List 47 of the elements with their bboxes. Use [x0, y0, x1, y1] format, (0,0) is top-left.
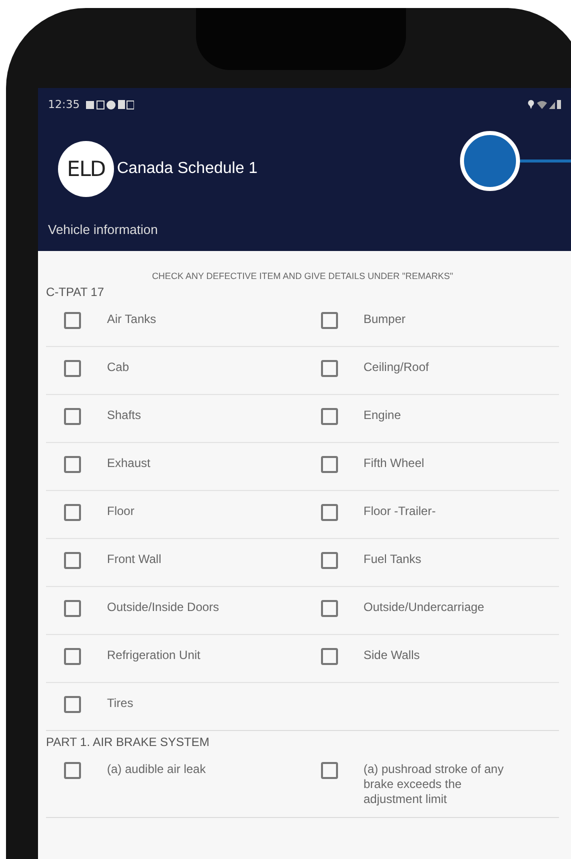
checkbox[interactable] — [320, 408, 338, 425]
item-label: Side Walls — [364, 648, 420, 663]
notification-icons — [86, 99, 134, 110]
checkbox[interactable] — [64, 408, 81, 425]
item-label: Engine — [364, 408, 401, 423]
checkbox[interactable] — [320, 312, 338, 329]
item-label: Outside/Inside Doors — [107, 600, 220, 615]
item-label: Floor — [107, 504, 134, 519]
checkbox[interactable] — [64, 648, 81, 665]
item-label: Exhaust — [107, 456, 150, 471]
checkbox[interactable] — [64, 600, 81, 617]
checkbox[interactable] — [320, 456, 338, 473]
screen-subtitle: Vehicle information — [48, 222, 159, 237]
app-logo: ELD — [58, 141, 114, 197]
item-label: Shafts — [107, 408, 142, 423]
item-label: Air Tanks — [107, 312, 156, 327]
section-title: PART 1. AIR BRAKE SYSTEM — [46, 735, 210, 749]
checkbox[interactable] — [64, 696, 81, 713]
instruction-text: CHECK ANY DEFECTIVE ITEM AND GIVE DETAILS UNDER "REMARKS" — [150, 271, 454, 281]
item-label: Front Wall — [107, 552, 162, 567]
checkbox[interactable] — [320, 648, 338, 665]
screen-title: Canada Schedule 1 — [117, 160, 258, 178]
checkbox[interactable] — [320, 762, 338, 779]
system-status-icons — [527, 99, 561, 110]
checkbox[interactable] — [64, 456, 81, 473]
item-label: Fuel Tanks — [364, 552, 422, 567]
checkbox[interactable] — [64, 360, 81, 377]
item-label: (a) audible air leak — [107, 762, 206, 777]
checkbox[interactable] — [64, 504, 81, 521]
item-label: (a) pushroad stroke of any brake exceeds the adjustment limit — [364, 762, 505, 807]
item-label: Ceiling/Roof — [364, 360, 429, 375]
checkbox[interactable] — [320, 504, 338, 521]
checkbox[interactable] — [320, 360, 338, 377]
status-time: 12:35 — [48, 98, 80, 111]
item-label: Tires — [107, 696, 134, 711]
item-label: Outside/Undercarriage — [364, 600, 484, 615]
item-label: Cab — [107, 360, 130, 375]
item-label: Fifth Wheel — [364, 456, 424, 471]
item-label: Bumper — [364, 312, 406, 327]
checkbox[interactable] — [64, 552, 81, 569]
checkbox[interactable] — [64, 762, 81, 779]
checkbox[interactable] — [320, 600, 338, 617]
checkbox[interactable] — [320, 552, 338, 569]
item-label: Refrigeration Unit — [107, 648, 200, 663]
section-title: C-TPAT 17 — [46, 285, 106, 299]
item-label: Floor -Trailer- — [364, 504, 436, 519]
checkbox[interactable] — [64, 312, 81, 329]
